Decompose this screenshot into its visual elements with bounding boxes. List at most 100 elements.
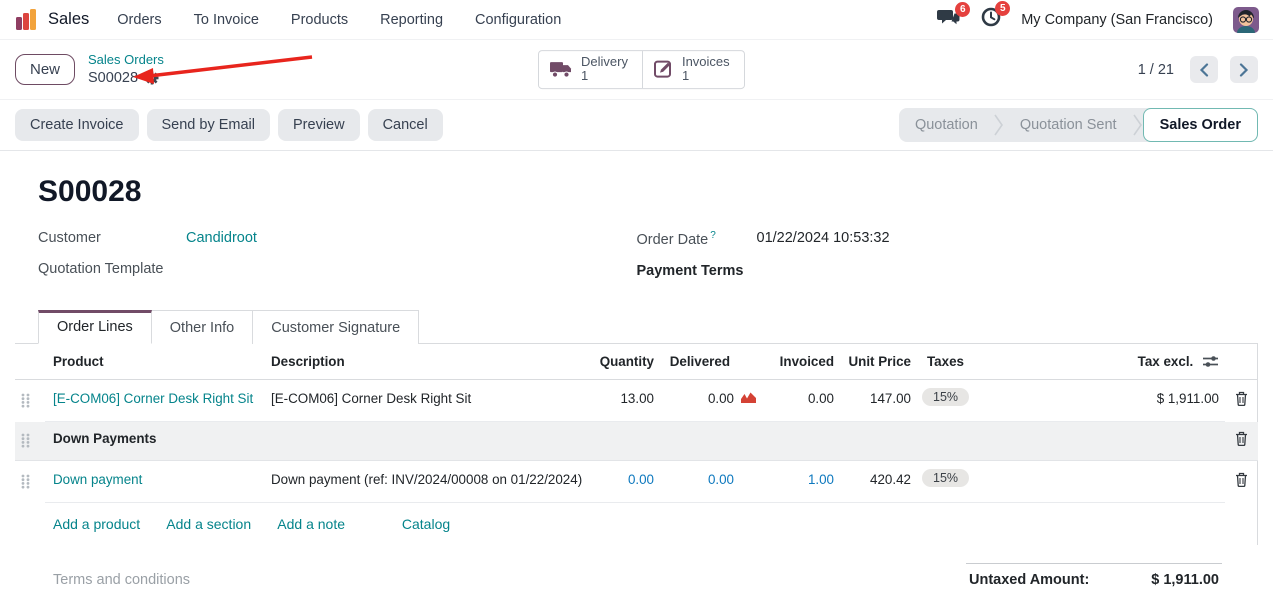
invoices-stat-label: Invoices xyxy=(682,55,730,70)
chevron-right-icon xyxy=(1239,63,1249,77)
drag-handle-icon[interactable] xyxy=(21,431,30,451)
delivery-stat-button[interactable]: Delivery 1 xyxy=(539,51,642,89)
tax-excl-cell: $ 1,911.00 xyxy=(1040,379,1225,422)
right-field-column: Order Date? 01/22/2024 10:53:32 Payment … xyxy=(637,230,1236,294)
section-name[interactable]: Down Payments xyxy=(51,431,156,446)
add-product-link[interactable]: Add a product xyxy=(53,516,140,532)
stage-quotation[interactable]: Quotation xyxy=(899,108,994,142)
untaxed-amount-value: $ 1,911.00 xyxy=(1151,572,1219,588)
pager: 1 / 21 xyxy=(1138,56,1258,83)
create-invoice-button[interactable]: Create Invoice xyxy=(15,109,139,141)
invoices-stat-value: 1 xyxy=(682,70,730,85)
drag-handle-icon[interactable] xyxy=(21,391,30,411)
quotation-template-label: Quotation Template xyxy=(38,261,186,277)
delivered-cell[interactable]: 0.00 xyxy=(660,460,760,503)
navbar-systray: 6 5 My Company (San Francisco) xyxy=(937,7,1259,33)
company-switcher[interactable]: My Company (San Francisco) xyxy=(1021,12,1213,28)
sales-order-page: Sales Orders To Invoice Products Reporti… xyxy=(0,0,1273,616)
order-line-row[interactable]: [E-COM06] Corner Desk Right Sit [E-COM06… xyxy=(15,379,1258,422)
invoiced-cell[interactable]: 0.00 xyxy=(760,379,840,422)
product-link[interactable]: [E-COM06] Corner Desk Right Sit xyxy=(53,391,253,406)
untaxed-amount-label: Untaxed Amount: xyxy=(969,572,1089,588)
cancel-button[interactable]: Cancel xyxy=(368,109,443,141)
stage-separator-icon xyxy=(994,113,1004,137)
stage-sales-order[interactable]: Sales Order xyxy=(1143,108,1258,142)
customer-label: Customer xyxy=(38,230,186,246)
invoices-stat-button[interactable]: Invoices 1 xyxy=(642,51,744,89)
invoice-edit-icon xyxy=(654,61,674,79)
delivery-stat-label: Delivery xyxy=(581,55,628,70)
section-row[interactable]: Down Payments xyxy=(15,422,1258,461)
menu-to-invoice[interactable]: To Invoice xyxy=(194,12,259,28)
menu-configuration[interactable]: Configuration xyxy=(475,12,561,28)
top-navbar: Sales Orders To Invoice Products Reporti… xyxy=(0,0,1273,40)
menu-reporting[interactable]: Reporting xyxy=(380,12,443,28)
menu-products[interactable]: Products xyxy=(291,12,348,28)
stage-quotation-sent[interactable]: Quotation Sent xyxy=(1004,108,1133,142)
description-cell[interactable]: Down payment (ref: INV/2024/00008 on 01/… xyxy=(265,460,590,503)
new-button[interactable]: New xyxy=(15,54,75,85)
unit-price-cell[interactable]: 420.42 xyxy=(840,460,917,503)
order-date-value[interactable]: 01/22/2024 10:53:32 xyxy=(757,230,890,246)
column-tax-excl[interactable]: Tax excl. xyxy=(1040,344,1225,380)
product-link[interactable]: Down payment xyxy=(53,472,142,487)
user-avatar[interactable] xyxy=(1233,7,1259,33)
column-description[interactable]: Description xyxy=(265,344,590,380)
tab-other-info[interactable]: Other Info xyxy=(152,310,253,344)
messages-button[interactable]: 6 xyxy=(937,8,961,32)
catalog-link[interactable]: Catalog xyxy=(402,516,450,532)
drag-handle-icon[interactable] xyxy=(21,472,30,492)
delete-row-icon[interactable] xyxy=(1235,472,1248,490)
column-product[interactable]: Product xyxy=(45,344,265,380)
optional-columns-icon[interactable] xyxy=(1203,355,1219,368)
invoiced-cell[interactable]: 1.00 xyxy=(760,460,840,503)
preview-button[interactable]: Preview xyxy=(278,109,360,141)
chevron-left-icon xyxy=(1199,63,1209,77)
page-title: S00028 xyxy=(38,175,1235,209)
activities-button[interactable]: 5 xyxy=(981,7,1001,32)
pager-next-button[interactable] xyxy=(1230,56,1258,83)
column-taxes[interactable]: Taxes xyxy=(917,344,1040,380)
quantity-cell[interactable]: 13.00 xyxy=(590,379,660,422)
menu-orders[interactable]: Orders xyxy=(117,12,161,28)
breadcrumb-sales-orders[interactable]: Sales Orders xyxy=(88,52,164,68)
unit-price-cell[interactable]: 147.00 xyxy=(840,379,917,422)
tax-excl-cell xyxy=(1040,460,1225,503)
handle-column-header xyxy=(15,344,45,380)
send-by-email-button[interactable]: Send by Email xyxy=(147,109,271,141)
app-name[interactable]: Sales xyxy=(48,10,89,29)
left-field-column: Customer Candidroot Quotation Template xyxy=(38,230,637,294)
terms-and-conditions-field[interactable]: Terms and conditions xyxy=(53,572,190,588)
delivery-stat-value: 1 xyxy=(581,70,628,85)
gear-icon[interactable] xyxy=(145,71,159,85)
form-sheet: S00028 Customer Candidroot Quotation Tem… xyxy=(0,151,1273,588)
stage-separator-icon xyxy=(1133,113,1143,137)
apps-menu-button[interactable]: Sales xyxy=(16,8,89,32)
tab-order-lines[interactable]: Order Lines xyxy=(38,310,152,344)
trash-column-header xyxy=(1225,344,1258,380)
column-unit-price[interactable]: Unit Price xyxy=(840,344,917,380)
help-icon[interactable]: ? xyxy=(710,230,716,241)
list-footer-links: Add a product Add a section Add a note C… xyxy=(15,503,1257,545)
delete-row-icon[interactable] xyxy=(1235,431,1248,449)
stage-pipeline: Quotation Quotation Sent Sales Order xyxy=(899,108,1258,142)
tab-customer-signature[interactable]: Customer Signature xyxy=(253,310,419,344)
column-quantity[interactable]: Quantity xyxy=(590,344,660,380)
description-cell[interactable]: [E-COM06] Corner Desk Right Sit xyxy=(265,379,590,422)
pager-previous-button[interactable] xyxy=(1190,56,1218,83)
tax-badge[interactable]: 15% xyxy=(922,469,969,487)
quantity-cell[interactable]: 0.00 xyxy=(590,460,660,503)
add-section-link[interactable]: Add a section xyxy=(166,516,251,532)
notebook: Order Lines Other Info Customer Signatur… xyxy=(15,310,1258,546)
column-delivered[interactable]: Delivered xyxy=(660,344,760,380)
breadcrumb: Sales Orders S00028 xyxy=(88,52,164,86)
column-invoiced[interactable]: Invoiced xyxy=(760,344,840,380)
delivered-cell[interactable]: 0.00 xyxy=(660,379,760,422)
tax-badge[interactable]: 15% xyxy=(922,388,969,406)
add-note-link[interactable]: Add a note xyxy=(277,516,345,532)
table-header-row: Product Description Quantity Delivered I… xyxy=(15,344,1258,380)
customer-value-link[interactable]: Candidroot xyxy=(186,230,257,246)
order-line-row[interactable]: Down payment Down payment (ref: INV/2024… xyxy=(15,460,1258,503)
delete-row-icon[interactable] xyxy=(1235,391,1248,409)
forecast-chart-icon[interactable] xyxy=(740,391,757,407)
